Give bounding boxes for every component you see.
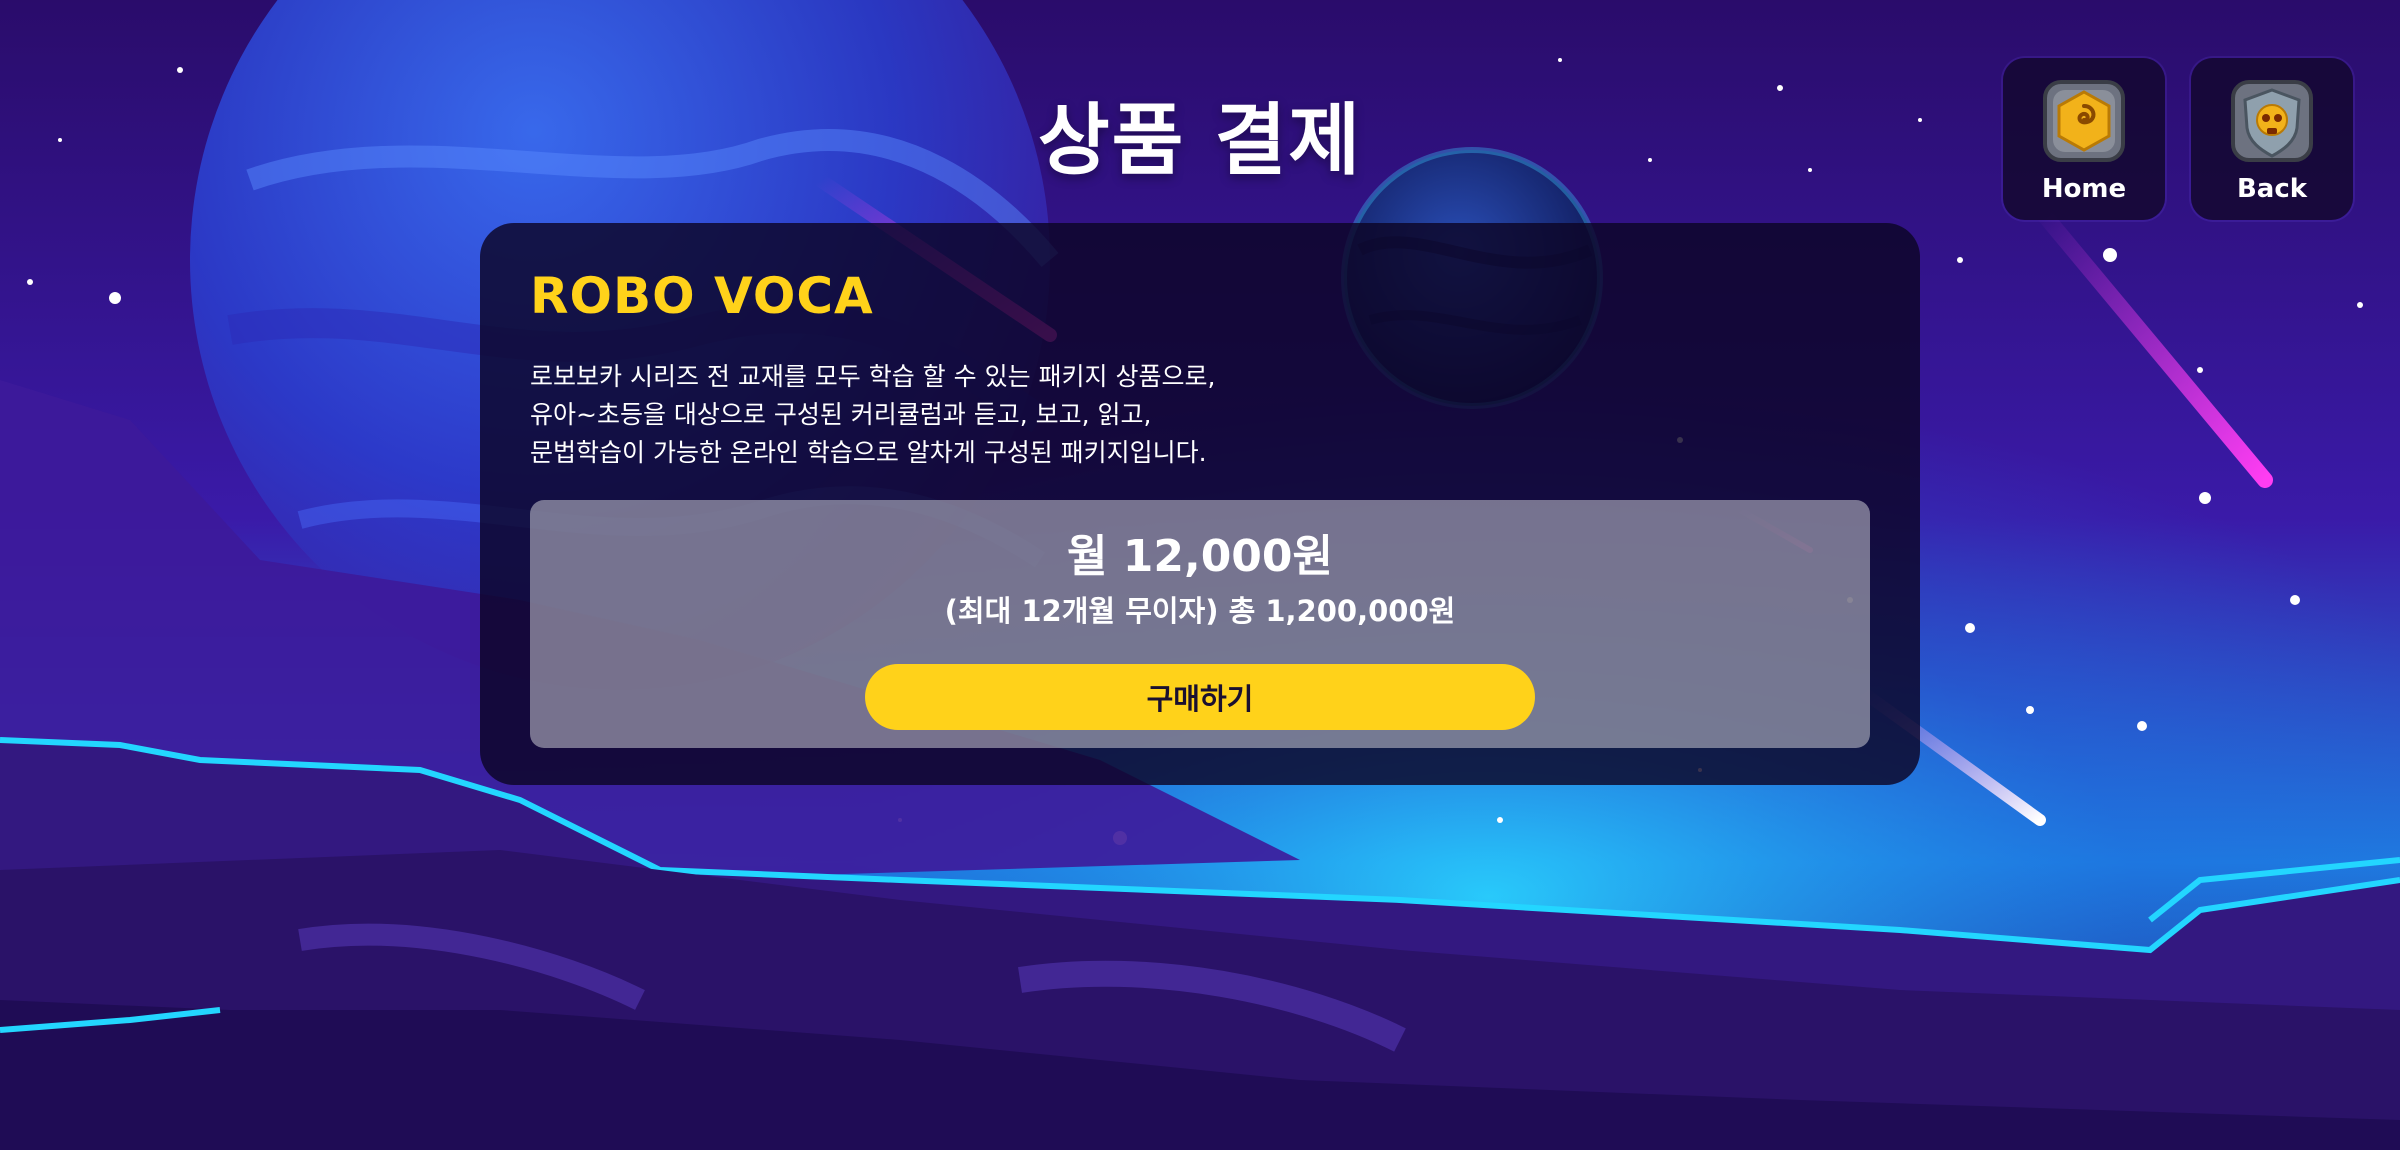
back-button[interactable]: Back [2191, 58, 2353, 220]
monthly-price: 월 12,000원 [1066, 531, 1334, 582]
gold-rune-icon [2043, 80, 2125, 162]
home-button[interactable]: Home [2003, 58, 2165, 220]
product-description-line: 로보보카 시리즈 전 교재를 모두 학습 할 수 있는 패키지 상품으로, [530, 362, 1216, 391]
product-description: 로보보카 시리즈 전 교재를 모두 학습 할 수 있는 패키지 상품으로, 유아… [530, 358, 1215, 472]
total-price: (최대 12개월 무이자) 총 1,200,000원 [944, 594, 1456, 628]
skull-shield-icon [2231, 80, 2313, 162]
product-card: ROBO VOCA 로보보카 시리즈 전 교재를 모두 학습 할 수 있는 패키… [480, 223, 1920, 785]
back-label: Back [2236, 174, 2308, 204]
buy-button[interactable]: 구매하기 [865, 664, 1535, 730]
home-label: Home [2041, 174, 2127, 204]
product-description-line: 문법학습이 가능한 온라인 학습으로 알차게 구성된 패키지입니다. [530, 438, 1207, 467]
product-name: ROBO VOCA [530, 267, 874, 325]
product-description-line: 유아~초등을 대상으로 구성된 커리큘럼과 듣고, 보고, 읽고, [530, 400, 1152, 429]
price-panel: 월 12,000원 (최대 12개월 무이자) 총 1,200,000원 구매하… [530, 500, 1870, 748]
